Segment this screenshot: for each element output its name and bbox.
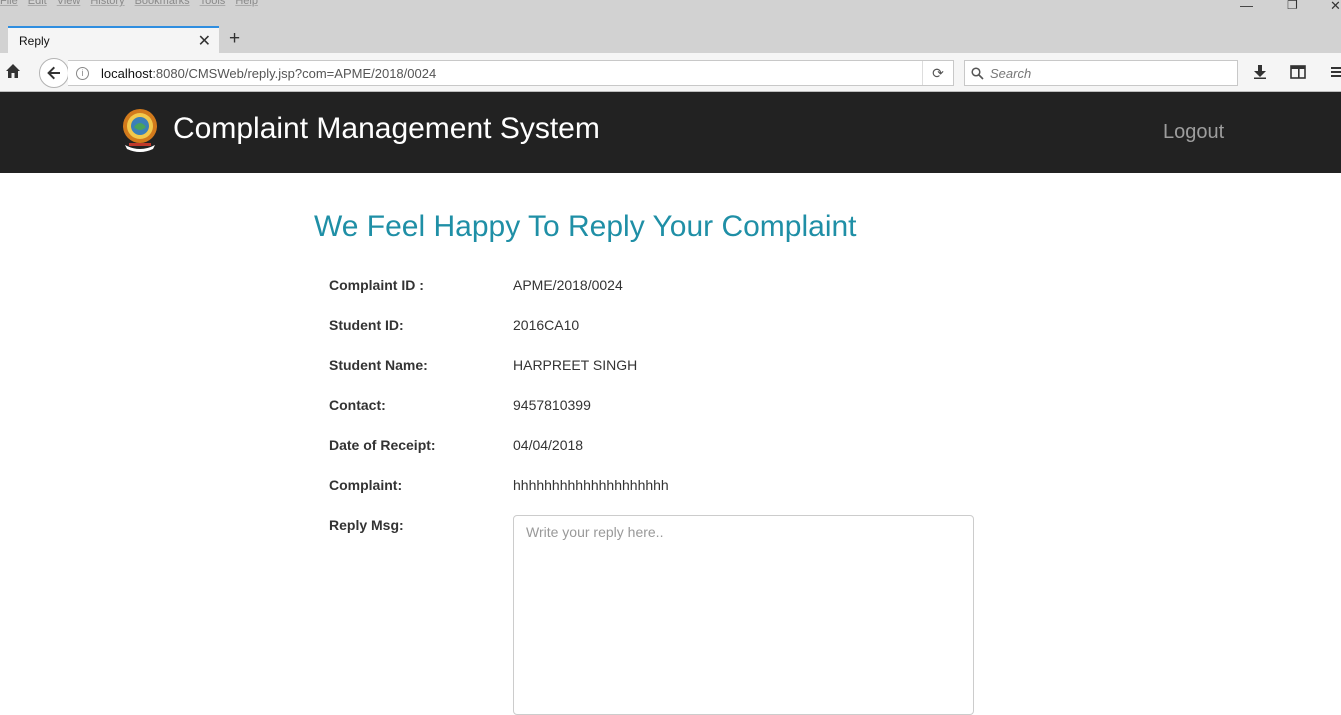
student-name-label: Student Name:: [329, 357, 428, 373]
student-name-value: HARPREET SINGH: [513, 357, 638, 373]
tab-strip: Reply ✕: [0, 24, 1341, 53]
student-id-label: Student ID:: [329, 317, 404, 333]
new-tab-icon[interactable]: +: [229, 28, 240, 50]
tab-close-icon[interactable]: ✕: [198, 31, 211, 51]
complaint-id-value: APME/2018/0024: [513, 277, 623, 293]
download-icon[interactable]: [1253, 65, 1267, 79]
menu-tools[interactable]: Tools: [200, 0, 226, 9]
brand-title[interactable]: Complaint Management System: [173, 112, 600, 146]
menu-help[interactable]: Help: [235, 0, 258, 9]
menu-edit[interactable]: Edit: [28, 0, 47, 9]
complaint-id-label: Complaint ID :: [329, 277, 424, 293]
college-logo-icon: [123, 109, 157, 152]
search-box[interactable]: [964, 60, 1238, 86]
search-input[interactable]: [990, 65, 1220, 81]
complaint-value: hhhhhhhhhhhhhhhhhhhh: [513, 477, 669, 493]
tab-reply[interactable]: Reply ✕: [8, 26, 219, 53]
browser-chrome: File Edit View History Bookmarks Tools H…: [0, 0, 1341, 92]
home-icon[interactable]: [5, 63, 21, 79]
logout-link[interactable]: Logout: [1163, 121, 1224, 144]
page-title: We Feel Happy To Reply Your Complaint: [314, 210, 857, 243]
reply-message-textarea[interactable]: [513, 515, 974, 715]
search-icon: [971, 66, 984, 80]
info-icon[interactable]: i: [76, 66, 89, 80]
url-bar[interactable]: i localhost:8080/CMSWeb/reply.jsp?com=AP…: [68, 60, 954, 86]
menu-file[interactable]: File: [0, 0, 18, 9]
date-of-receipt-value: 04/04/2018: [513, 437, 584, 453]
url-text[interactable]: localhost:8080/CMSWeb/reply.jsp?com=APME…: [101, 66, 436, 81]
restore-icon[interactable]: ❐: [1287, 0, 1298, 12]
menu-bar: File Edit View History Bookmarks Tools H…: [0, 0, 258, 9]
browser-toolbar: i localhost:8080/CMSWeb/reply.jsp?com=AP…: [0, 53, 1341, 92]
hamburger-menu-icon[interactable]: [1331, 65, 1341, 79]
menu-history[interactable]: History: [90, 0, 124, 9]
reload-icon[interactable]: ⟳: [922, 61, 953, 85]
site-header: Complaint Management System Logout: [0, 92, 1341, 173]
window-close-icon[interactable]: ✕: [1330, 0, 1341, 14]
contact-label: Contact:: [329, 397, 386, 413]
tab-title: Reply: [19, 33, 50, 48]
contact-value: 9457810399: [513, 397, 591, 413]
complaint-label: Complaint:: [329, 477, 403, 493]
menu-bookmarks[interactable]: Bookmarks: [135, 0, 190, 9]
back-arrow-icon: [47, 66, 60, 80]
student-id-value: 2016CA10: [513, 317, 580, 333]
minimize-icon[interactable]: —: [1240, 0, 1253, 13]
date-of-receipt-label: Date of Receipt:: [329, 437, 436, 453]
reply-msg-label: Reply Msg:: [329, 517, 404, 533]
menu-view[interactable]: View: [57, 0, 81, 9]
sidebar-icon[interactable]: [1290, 65, 1306, 79]
back-button[interactable]: [39, 58, 69, 88]
